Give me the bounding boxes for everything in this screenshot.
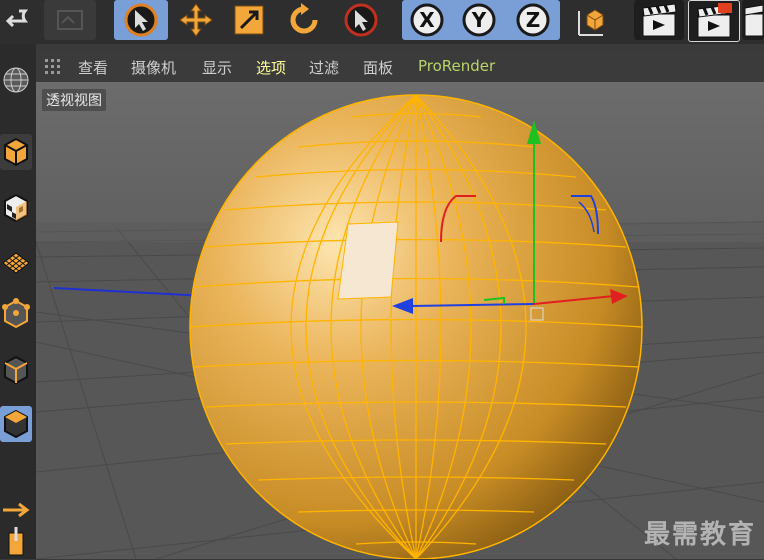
axis-x-button[interactable]: X [402,1,452,39]
make-editable-button[interactable] [0,62,32,98]
sphere-wire-icon [3,67,29,93]
viewport-menu-bar: 查看 摄像机 显示 选项 过滤 面板 ProRender [36,52,764,82]
workplane-mode-button[interactable] [0,242,32,278]
model-mode-button[interactable] [0,134,32,170]
menu-options[interactable]: 选项 [256,57,286,78]
viewport-label[interactable]: 透视视图 [42,89,106,111]
edit-render-settings-button[interactable] [742,0,764,40]
redo-icon [57,10,83,30]
enable-axis-button[interactable] [0,492,32,528]
grid-plane-icon [2,252,30,274]
texture-mode-button[interactable] [0,190,32,226]
perspective-viewport[interactable]: 透视视图 最需教育 [36,82,764,559]
menu-display[interactable]: 显示 [202,57,232,78]
cube-icon [4,137,28,167]
watermark-text: 最需教育 [643,520,756,550]
axis-lock-group: X Y Z [402,0,560,40]
cube-edges-icon [4,355,28,385]
render-to-picture-viewer-button[interactable] [688,0,740,42]
cursor-icon [124,3,158,37]
axis-z-label: Z [526,8,541,32]
points-mode-button[interactable] [0,296,32,332]
sphere-object[interactable] [189,94,643,559]
viewport-options-icon[interactable] [44,58,62,76]
scale-icon [234,5,264,35]
clapboard-picture-icon [697,3,732,38]
axis-z-button[interactable]: Z [506,1,560,39]
axis-x-label: X [419,8,435,32]
move-icon [179,3,213,37]
undo-icon [5,9,29,28]
axis-z-icon: Z [516,3,550,37]
coordinate-system-button[interactable] [566,0,616,40]
menu-camera[interactable]: 摄像机 [131,57,176,78]
cube-polygons-icon [4,409,28,439]
menu-view[interactable]: 查看 [78,57,108,78]
recent-tool-button[interactable] [334,0,388,40]
render-view-button[interactable] [634,0,684,40]
viewport-scene [36,94,764,559]
menu-panel[interactable]: 面板 [363,57,393,78]
axis-y-button[interactable]: Y [452,1,506,39]
cube-points-icon [2,298,30,329]
cursor-recent-icon [344,3,378,37]
checker-cube-icon [4,193,28,223]
tweak-mode-button[interactable] [0,524,32,560]
top-toolbar: X Y Z [0,0,764,44]
axis-arrow-icon [3,502,30,518]
rotate-tool-button[interactable] [278,0,330,40]
axis-y-label: Y [471,8,487,32]
scale-tool-button[interactable] [224,0,274,40]
selected-polygon[interactable] [337,221,399,300]
clapboard-icon [642,3,677,37]
redo-button[interactable] [44,0,96,40]
polygons-mode-button[interactable] [0,406,32,442]
tweak-icon [8,527,24,556]
move-tool-button[interactable] [170,0,222,40]
clapboard-settings-icon [744,4,763,37]
menu-prorender[interactable]: ProRender [418,57,495,75]
select-tool-button[interactable] [114,0,168,40]
edges-mode-button[interactable] [0,352,32,388]
axis-y-icon: Y [462,3,496,37]
menu-filter[interactable]: 过滤 [309,57,339,78]
axis-x-icon: X [410,3,444,37]
coordinate-system-icon [578,9,604,36]
undo-button[interactable] [0,0,42,40]
rotate-icon [290,3,318,34]
left-toolbar [0,44,36,559]
